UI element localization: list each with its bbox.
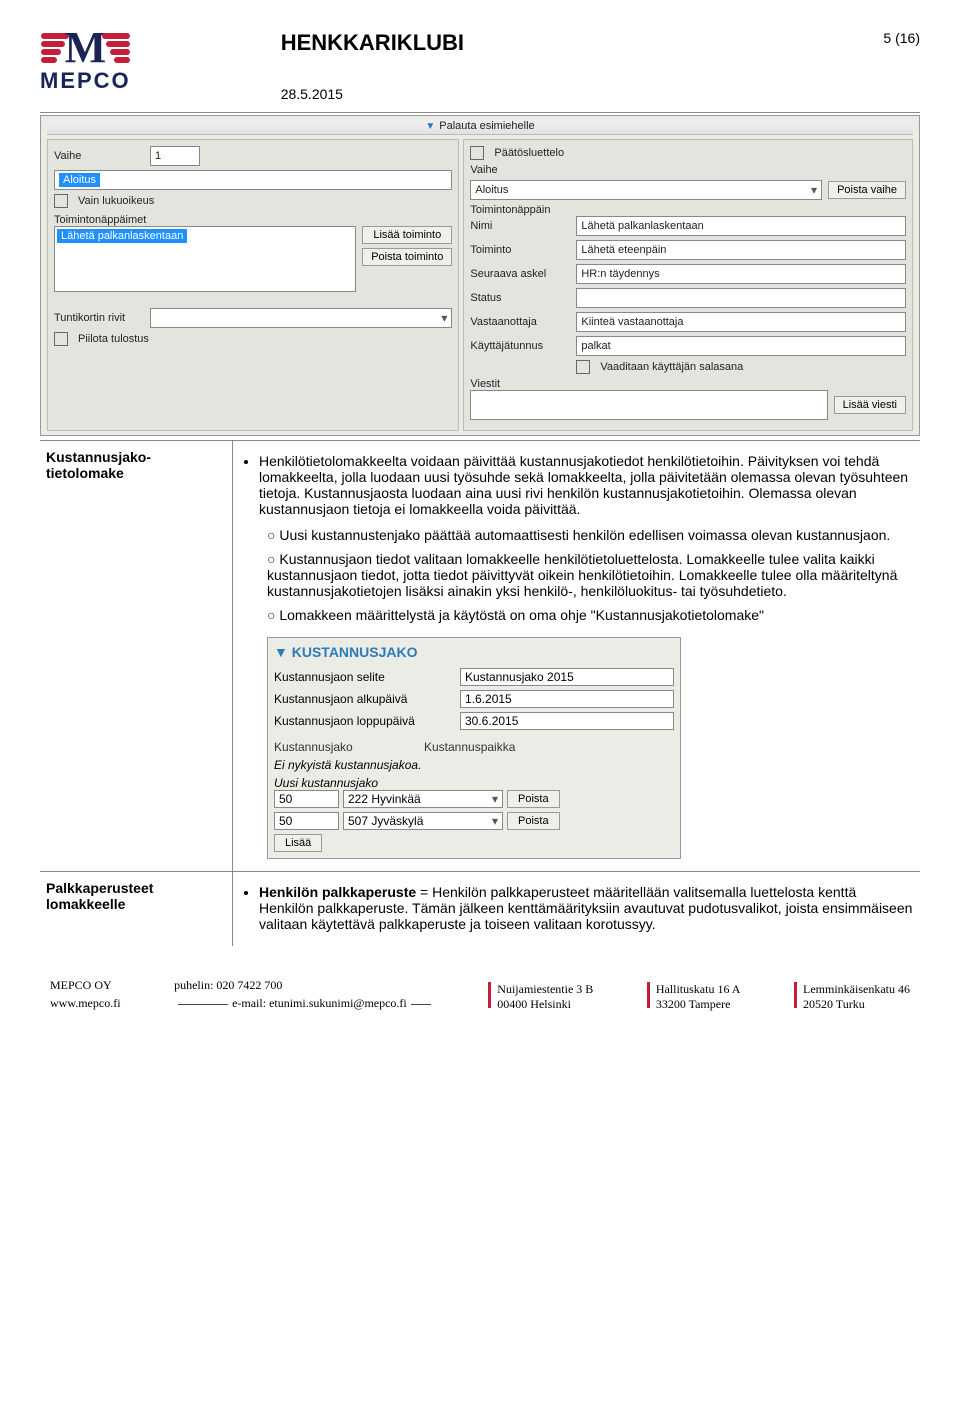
action-input[interactable]: Lähetä eteenpäin bbox=[576, 240, 906, 260]
return-to-supervisor-link[interactable]: Palauta esimiehelle bbox=[439, 120, 534, 132]
status-input[interactable] bbox=[576, 288, 906, 308]
decision-list-label: Päätösluettelo bbox=[494, 147, 564, 159]
action-key-r-label: Toimintonäppäin bbox=[470, 204, 906, 216]
remove-phase-button[interactable]: Poista vaihe bbox=[828, 181, 906, 199]
new-alloc-label: Uusi kustannusjako bbox=[274, 776, 674, 790]
hide-print-label: Piilota tulostus bbox=[78, 333, 149, 345]
footer: MEPCO OY www.mepco.fi puhelin: 020 7422 … bbox=[40, 976, 920, 1012]
phase-r-label: Vaihe bbox=[470, 164, 570, 176]
footer-addr3a: Lemminkäisenkatu 46 bbox=[803, 982, 910, 997]
section2-title: Palkkaperusteet lomakkeelle bbox=[40, 872, 233, 947]
messages-label: Viestit bbox=[470, 378, 906, 390]
readonly-checkbox[interactable] bbox=[54, 194, 68, 208]
section1-sub1: Uusi kustannustenjako päättää automaatti… bbox=[267, 527, 914, 543]
selite-input[interactable]: Kustannusjako 2015 bbox=[460, 668, 674, 686]
hide-print-checkbox[interactable] bbox=[54, 332, 68, 346]
logo: M MEPCO bbox=[40, 30, 131, 94]
row1-place-select[interactable]: 222 Hyvinkää bbox=[343, 790, 503, 808]
action-keys-label: Toimintonäppäimet bbox=[54, 214, 452, 226]
section1-sub3: Lomakkeen määrittelystä ja käytöstä on o… bbox=[267, 607, 914, 623]
footer-addr1a: Nuijamiestentie 3 B bbox=[497, 982, 593, 997]
recipient-input[interactable]: Kiinteä vastaanottaja bbox=[576, 312, 906, 332]
row2-pct[interactable]: 50 bbox=[274, 812, 339, 830]
messages-area[interactable] bbox=[470, 390, 827, 420]
readonly-label: Vain lukuoikeus bbox=[78, 195, 154, 207]
screenshot-cost-allocation: KUSTANNUSJAKO Kustannusjaon selite Kustan… bbox=[267, 637, 681, 859]
section1-title: Kustannusjako-tietolomake bbox=[40, 441, 233, 872]
name-input[interactable]: Lähetä palkanlaskentaan bbox=[576, 216, 906, 236]
enddate-input[interactable]: 30.6.2015 bbox=[460, 712, 674, 730]
section1-sub2: Kustannusjaon tiedot valitaan lomakkeell… bbox=[267, 551, 914, 599]
phase-input[interactable]: 1 bbox=[150, 146, 200, 166]
th1: Kustannusjako bbox=[274, 740, 424, 754]
action-label: Toiminto bbox=[470, 244, 570, 256]
phase-r-select[interactable]: Aloitus bbox=[470, 180, 822, 200]
no-current-note: Ei nykyistä kustannusjakoa. bbox=[274, 758, 674, 772]
footer-email: e-mail: etunimi.sukunimi@mepco.fi bbox=[232, 996, 407, 1010]
startdate-label: Kustannusjaon alkupäivä bbox=[274, 692, 454, 706]
footer-addr1b: 00400 Helsinki bbox=[497, 997, 593, 1012]
page-number: 5 (16) bbox=[883, 30, 920, 46]
footer-company: MEPCO OY bbox=[50, 976, 121, 994]
add-action-button[interactable]: Lisää toiminto bbox=[362, 226, 452, 244]
username-label: Käyttäjätunnus bbox=[470, 340, 570, 352]
remove-action-button[interactable]: Poista toiminto bbox=[362, 248, 452, 266]
doc-title: HENKKARIKLUBI bbox=[281, 30, 884, 56]
timecard-rows-label: Tuntikortin rivit bbox=[54, 312, 144, 324]
action-list[interactable]: Lähetä palkanlaskentaan bbox=[54, 226, 356, 292]
row2-remove-button[interactable]: Poista bbox=[507, 812, 560, 830]
timecard-rows-select[interactable] bbox=[150, 308, 452, 328]
row1-pct[interactable]: 50 bbox=[274, 790, 339, 808]
footer-addr2a: Hallituskatu 16 A bbox=[656, 982, 741, 997]
add-message-button[interactable]: Lisää viesti bbox=[834, 396, 906, 414]
th2: Kustannuspaikka bbox=[424, 740, 574, 754]
selite-label: Kustannusjaon selite bbox=[274, 670, 454, 684]
footer-addr2b: 33200 Tampere bbox=[656, 997, 741, 1012]
ss2-title: KUSTANNUSJAKO bbox=[274, 644, 674, 660]
recipient-label: Vastaanottaja bbox=[470, 316, 570, 328]
next-step-label: Seuraava askel bbox=[470, 268, 570, 280]
phase-label: Vaihe bbox=[54, 150, 144, 162]
status-label: Status bbox=[470, 292, 570, 304]
require-password-label: Vaaditaan käyttäjän salasana bbox=[600, 361, 743, 373]
logo-m: M bbox=[65, 30, 107, 66]
require-password-checkbox[interactable] bbox=[576, 360, 590, 374]
screenshot-workflow: Palauta esimiehelle Vaihe 1 Aloitus Vain … bbox=[40, 115, 920, 436]
enddate-label: Kustannusjaon loppupäivä bbox=[274, 714, 454, 728]
username-input[interactable]: palkat bbox=[576, 336, 906, 356]
section1-bullet: Henkilötietolomakkeelta voidaan päivittä… bbox=[259, 453, 914, 517]
row2-place-select[interactable]: 507 Jyväskylä bbox=[343, 812, 503, 830]
phase-name-input[interactable]: Aloitus bbox=[54, 170, 452, 190]
doc-date: 28.5.2015 bbox=[281, 86, 884, 102]
startdate-input[interactable]: 1.6.2015 bbox=[460, 690, 674, 708]
next-step-input[interactable]: HR:n täydennys bbox=[576, 264, 906, 284]
section2-bullet: Henkilön palkkaperuste = Henkilön palkka… bbox=[259, 884, 914, 932]
row1-remove-button[interactable]: Poista bbox=[507, 790, 560, 808]
logo-text: MEPCO bbox=[40, 68, 131, 94]
footer-addr3b: 20520 Turku bbox=[803, 997, 910, 1012]
add-row-button[interactable]: Lisää bbox=[274, 834, 322, 852]
footer-site: www.mepco.fi bbox=[50, 994, 121, 1012]
decision-list-checkbox[interactable] bbox=[470, 146, 484, 160]
footer-phone: puhelin: 020 7422 700 bbox=[174, 976, 435, 994]
name-label: Nimi bbox=[470, 220, 570, 232]
